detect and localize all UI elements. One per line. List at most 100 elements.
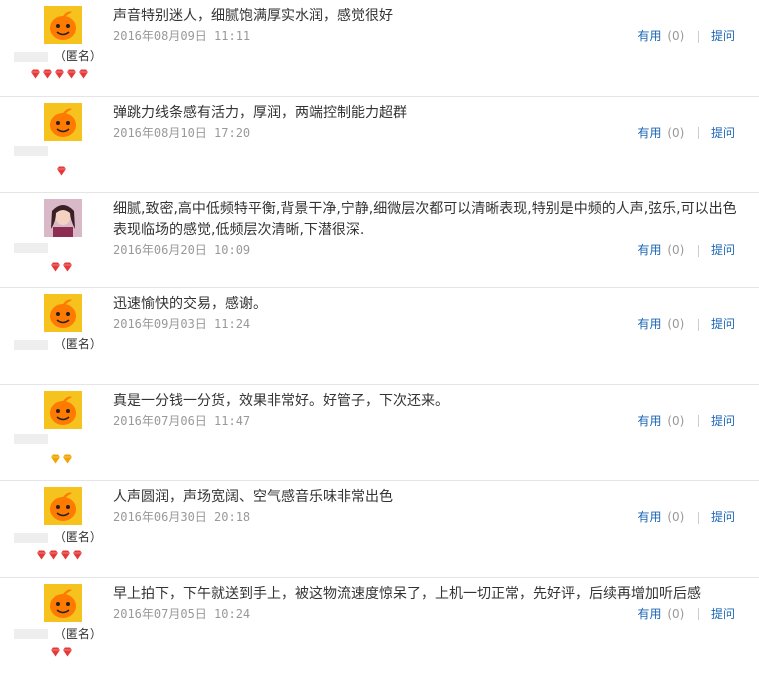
user-level-badge [50,449,73,461]
useful-button[interactable]: 有用 [637,607,661,621]
review-text: 早上拍下，下午就送到手上，被这物流速度惊呆了，上机一切正常，先好评，后续再增加听… [113,584,739,605]
divider [698,512,699,524]
avatar [44,199,82,237]
badge-gem-icon [66,64,77,76]
review-date: 2016年09月03日 11:24 [113,315,250,332]
masked-username [14,629,48,639]
review-actions: 有用 (0) 提问 [637,605,735,622]
review-actions: 有用 (0) 提问 [637,315,735,332]
review-actions: 有用 (0) 提问 [637,412,735,429]
user-level-badge [50,642,73,654]
badge-gem-icon [72,545,83,557]
useful-count: (0) [667,29,684,43]
review-text: 弹跳力线条感有活力，厚润，两端控制能力超群 [113,103,739,124]
review-date: 2016年08月09日 11:11 [113,27,250,44]
masked-username [14,340,48,350]
useful-button[interactable]: 有用 [637,414,661,428]
useful-button[interactable]: 有用 [637,243,661,257]
review-date: 2016年07月06日 11:47 [113,412,250,429]
badge-gem-icon [36,545,47,557]
user-level-badge [30,64,89,76]
useful-count: (0) [667,607,684,621]
ask-button[interactable]: 提问 [711,243,735,257]
useful-count: (0) [667,510,684,524]
review-list: （匿名） 声音特别迷人，细腻饱满厚实水润，感觉很好 2016年08月09日 11… [0,0,759,674]
divider [698,608,699,620]
divider [698,31,699,43]
anonymous-label: （匿名） [54,627,102,641]
review-item: （匿名） 人声圆润，声场宽阔、空气感音乐味非常出色 2016年06月30日 20… [0,481,759,578]
masked-username [14,146,48,156]
masked-username [14,243,48,253]
badge-gem-icon [56,161,67,173]
divider [698,415,699,427]
useful-button[interactable]: 有用 [637,126,661,140]
anonymous-label: （匿名） [54,337,102,351]
badge-gem-icon [78,64,89,76]
username: （匿名） [14,47,104,61]
user-level-badge [50,257,73,269]
badge-gem-icon [54,64,65,76]
user-level-badge [56,161,67,173]
badge-gem-icon [50,642,61,654]
username: （匿名） [14,625,104,639]
badge-gem-icon [30,64,41,76]
anonymous-label: （匿名） [54,49,102,63]
badge-gem-icon [50,257,61,269]
review-text: 真是一分钱一分货，效果非常好。好管子，下次还来。 [113,391,739,412]
masked-username [14,533,48,543]
review-actions: 有用 (0) 提问 [637,27,735,44]
masked-username [14,52,48,62]
review-item: 弹跳力线条感有活力，厚润，两端控制能力超群 2016年08月10日 17:20 … [0,97,759,194]
badge-gem-icon [60,545,71,557]
avatar [44,294,82,332]
review-text: 细腻,致密,高中低频特平衡,背景干净,宁静,细微层次都可以清晰表现,特别是中频的… [113,199,739,241]
avatar [44,487,82,525]
avatar [44,584,82,622]
username [14,240,104,254]
useful-button[interactable]: 有用 [637,29,661,43]
review-date: 2016年07月05日 10:24 [113,605,250,622]
ask-button[interactable]: 提问 [711,414,735,428]
useful-count: (0) [667,126,684,140]
user-level-badge [36,545,83,557]
review-date: 2016年06月30日 20:18 [113,508,250,525]
badge-gem-icon [42,64,53,76]
review-item: （匿名） 声音特别迷人，细腻饱满厚实水润，感觉很好 2016年08月09日 11… [0,0,759,97]
review-item: （匿名） 迅速愉快的交易，感谢。 2016年09月03日 11:24 有用 (0… [0,288,759,385]
useful-count: (0) [667,414,684,428]
useful-count: (0) [667,243,684,257]
useful-button[interactable]: 有用 [637,510,661,524]
review-actions: 有用 (0) 提问 [637,241,735,258]
review-item: （匿名） 早上拍下，下午就送到手上，被这物流速度惊呆了，上机一切正常，先好评，后… [0,578,759,674]
masked-username [14,434,48,444]
divider [698,127,699,139]
avatar [44,6,82,44]
avatar [44,391,82,429]
username [14,432,104,446]
divider [698,319,699,331]
review-item: 细腻,致密,高中低频特平衡,背景干净,宁静,细微层次都可以清晰表现,特别是中频的… [0,193,759,288]
badge-gem-icon [62,642,73,654]
review-date: 2016年08月10日 17:20 [113,124,250,141]
ask-button[interactable]: 提问 [711,607,735,621]
useful-button[interactable]: 有用 [637,317,661,331]
review-actions: 有用 (0) 提问 [637,508,735,525]
anonymous-label: （匿名） [54,530,102,544]
avatar [44,103,82,141]
review-actions: 有用 (0) 提问 [637,124,735,141]
badge-gem-icon [48,545,59,557]
ask-button[interactable]: 提问 [711,317,735,331]
badge-gem-icon [50,449,61,461]
review-item: 真是一分钱一分货，效果非常好。好管子，下次还来。 2016年07月06日 11:… [0,385,759,482]
ask-button[interactable]: 提问 [711,510,735,524]
username: （匿名） [14,528,104,542]
ask-button[interactable]: 提问 [711,126,735,140]
review-text: 迅速愉快的交易，感谢。 [113,294,739,315]
username [14,144,104,158]
badge-gem-icon [62,257,73,269]
ask-button[interactable]: 提问 [711,29,735,43]
useful-count: (0) [667,317,684,331]
badge-gem-icon [62,449,73,461]
username: （匿名） [14,335,104,349]
